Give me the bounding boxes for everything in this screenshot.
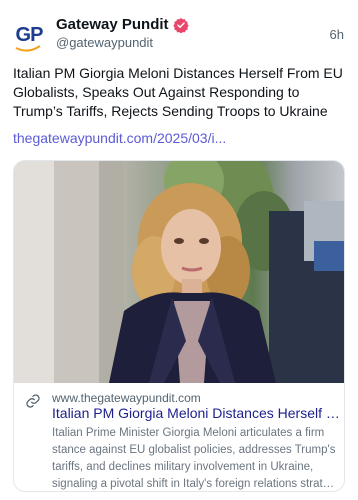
card-info: www.thegatewaypundit.com Italian PM Gior… bbox=[14, 383, 344, 491]
post-time[interactable]: 6h bbox=[330, 27, 344, 42]
card-description: Italian Prime Minister Giorgia Meloni ar… bbox=[52, 427, 336, 490]
avatar-logo: GP bbox=[15, 23, 44, 46]
post-link[interactable]: thegatewaypundit.com/2025/03/i... bbox=[13, 130, 226, 146]
card-photo bbox=[14, 161, 344, 383]
display-name[interactable]: Gateway Pundit bbox=[56, 16, 169, 33]
avatar[interactable]: GP bbox=[11, 17, 47, 53]
avatar-swoosh-icon bbox=[15, 45, 41, 52]
link-preview-card[interactable]: www.thegatewaypundit.com Italian PM Gior… bbox=[13, 160, 345, 492]
card-domain: www.thegatewaypundit.com bbox=[52, 391, 201, 405]
handle[interactable]: @gatewaypundit bbox=[56, 35, 153, 50]
card-title[interactable]: Italian PM Giorgia Meloni Distances Hers… bbox=[52, 405, 340, 421]
post-text: Italian PM Giorgia Meloni Distances Hers… bbox=[13, 65, 343, 119]
verified-badge-icon bbox=[172, 17, 189, 33]
card-image bbox=[14, 161, 344, 383]
post-header: GP Gateway Pundit @gatewaypundit 6h bbox=[0, 0, 358, 62]
name-row: Gateway Pundit bbox=[56, 16, 189, 33]
link-icon bbox=[26, 394, 40, 408]
